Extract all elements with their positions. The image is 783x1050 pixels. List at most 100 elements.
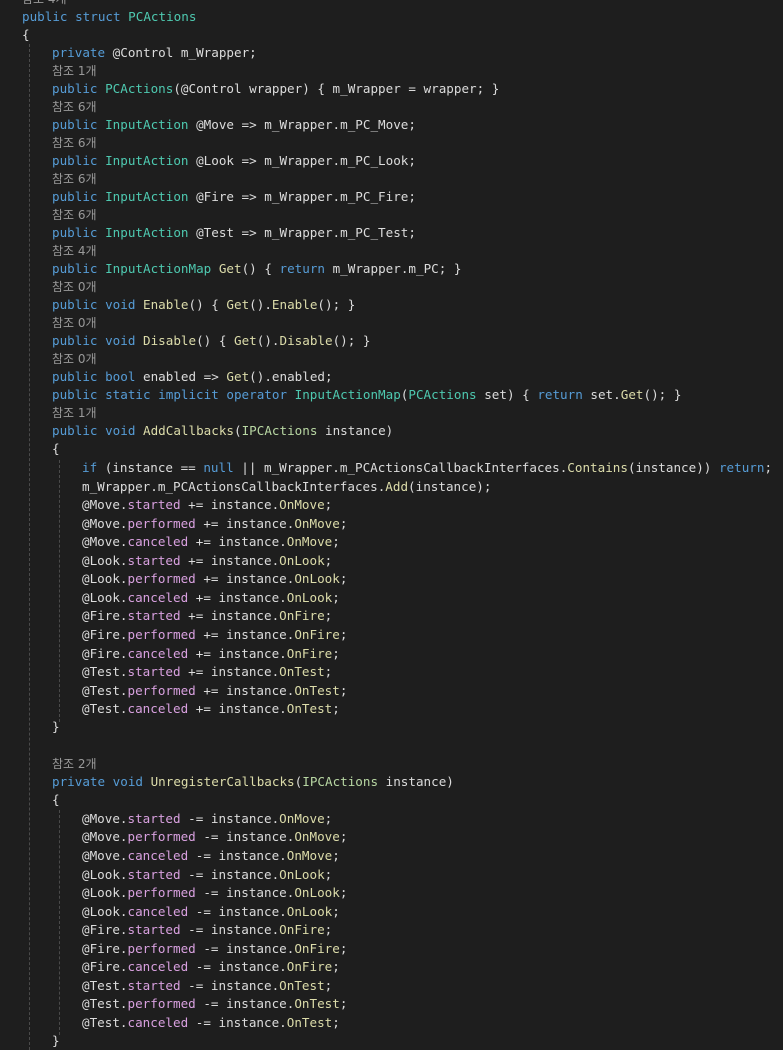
code-line[interactable]: { (22, 26, 30, 44)
code-token: -= instance. (188, 1015, 287, 1030)
code-token: () { (241, 261, 280, 276)
code-lens-reference[interactable]: 참조 1개 (52, 64, 97, 78)
code-line[interactable]: public struct PCActions (22, 8, 196, 26)
code-line[interactable]: @Look.started -= instance.OnLook; (82, 866, 332, 884)
code-line[interactable]: @Move.performed += instance.OnMove; (82, 515, 347, 533)
code-token: @Look. (82, 590, 128, 605)
code-lens-top[interactable]: 참조 4개 (22, 0, 67, 8)
code-line[interactable]: @Look.performed -= instance.OnLook; (82, 884, 347, 902)
code-line[interactable]: @Test.canceled -= instance.OnTest; (82, 1014, 340, 1032)
code-line[interactable]: 참조 2개 (52, 755, 97, 773)
code-lens-reference[interactable]: 참조 0개 (52, 352, 97, 366)
code-line[interactable]: @Fire.started -= instance.OnFire; (82, 921, 332, 939)
code-line[interactable]: private @Control m_Wrapper; (52, 44, 257, 62)
code-token: ; (332, 590, 340, 605)
code-token: ; (332, 701, 340, 716)
code-token: ; (332, 848, 340, 863)
code-line[interactable]: public InputAction @Look => m_Wrapper.m_… (52, 152, 416, 170)
code-token: private (52, 45, 113, 60)
code-token: Get (218, 261, 242, 276)
code-line[interactable]: @Move.performed -= instance.OnMove; (82, 828, 347, 846)
code-token: -= instance. (188, 959, 287, 974)
code-line[interactable]: @Fire.canceled -= instance.OnFire; (82, 958, 340, 976)
code-line[interactable]: public void Enable() { Get().Enable(); } (52, 296, 355, 314)
code-line[interactable]: } (52, 718, 60, 736)
code-line[interactable]: { (52, 440, 60, 458)
code-token: { (22, 27, 30, 42)
code-token: InputAction (105, 225, 189, 240)
code-line[interactable]: public InputAction @Test => m_Wrapper.m_… (52, 224, 416, 242)
code-line[interactable]: @Fire.started += instance.OnFire; (82, 607, 332, 625)
code-line[interactable]: } (52, 1032, 60, 1050)
code-line[interactable]: @Test.started -= instance.OnTest; (82, 977, 332, 995)
code-lens-reference[interactable]: 참조 6개 (52, 136, 97, 150)
code-token: return (718, 460, 765, 475)
code-token: @Look. (82, 571, 128, 586)
code-line[interactable]: public static implicit operator InputAct… (52, 386, 681, 404)
code-line[interactable]: 참조 6개 (52, 206, 97, 224)
code-editor[interactable]: 참조 4개 public struct PCActions{private @C… (0, 0, 783, 1050)
code-line[interactable]: 참조 4개 (52, 242, 97, 260)
code-line[interactable]: @Fire.canceled += instance.OnFire; (82, 645, 340, 663)
code-line[interactable]: public InputAction @Fire => m_Wrapper.m_… (52, 188, 416, 206)
code-line[interactable]: 참조 1개 (52, 62, 97, 80)
code-line[interactable]: public InputActionMap Get() { return m_W… (52, 260, 461, 278)
code-token: IPCActions (302, 774, 379, 789)
code-token: @Test. (82, 683, 128, 698)
code-line[interactable]: if (instance == null || m_Wrapper.m_PCAc… (82, 459, 772, 477)
code-line[interactable]: 참조 0개 (52, 314, 97, 332)
code-line[interactable]: 참조 6개 (52, 134, 97, 152)
code-lens-reference[interactable]: 참조 0개 (52, 316, 97, 330)
code-line[interactable]: public bool enabled => Get().enabled; (52, 368, 333, 386)
code-lens-reference[interactable]: 참조 6개 (52, 172, 97, 186)
code-token: += instance. (188, 534, 287, 549)
code-token: @Move. (82, 829, 128, 844)
code-token: ; (339, 996, 348, 1011)
code-line[interactable]: 참조 0개 (52, 350, 97, 368)
code-token: public void (52, 297, 143, 312)
code-token: += instance. (195, 627, 295, 642)
code-line[interactable]: @Test.canceled += instance.OnTest; (82, 700, 340, 718)
code-line[interactable]: m_Wrapper.m_PCActionsCallbackInterfaces.… (82, 478, 491, 496)
code-line[interactable]: @Fire.performed -= instance.OnFire; (82, 940, 347, 958)
code-line[interactable]: 참조 1개 (52, 404, 97, 422)
code-lens-reference[interactable]: 참조 2개 (52, 757, 97, 771)
code-line[interactable]: public InputAction @Move => m_Wrapper.m_… (52, 116, 416, 134)
code-line[interactable]: 참조 6개 (52, 98, 97, 116)
code-line[interactable]: @Test.performed += instance.OnTest; (82, 682, 347, 700)
code-token: @Test. (82, 978, 128, 993)
code-token: UnregisterCallbacks (150, 774, 295, 789)
code-token: performed (127, 829, 196, 844)
code-line[interactable]: { (52, 791, 60, 809)
code-token: set. (590, 387, 621, 402)
code-lens-reference[interactable]: 참조 6개 (52, 100, 97, 114)
code-line[interactable]: @Move.canceled += instance.OnMove; (82, 533, 340, 551)
code-line[interactable]: @Look.canceled -= instance.OnLook; (82, 903, 340, 921)
code-line[interactable]: public void Disable() { Get().Disable();… (52, 332, 371, 350)
code-line[interactable]: @Test.started += instance.OnTest; (82, 663, 332, 681)
code-line[interactable]: @Test.performed -= instance.OnTest; (82, 995, 347, 1013)
code-lens-reference[interactable]: 참조 1개 (52, 406, 97, 420)
code-token: m_Wrapper.m_PCActionsCallbackInterfaces. (82, 479, 386, 494)
code-line[interactable]: @Look.canceled += instance.OnLook; (82, 589, 340, 607)
code-token: (); } (643, 387, 682, 402)
code-lens-reference[interactable]: 참조 0개 (52, 280, 97, 294)
code-lens-reference[interactable]: 참조 4개 (52, 244, 97, 258)
code-line[interactable]: @Move.started -= instance.OnMove; (82, 810, 332, 828)
code-token: @Fire => m_Wrapper.m_PC_Fire; (188, 189, 416, 204)
code-line[interactable]: @Move.canceled -= instance.OnMove; (82, 847, 340, 865)
code-line[interactable]: public void AddCallbacks(IPCActions inst… (52, 422, 393, 440)
code-line[interactable]: 참조 6개 (52, 170, 97, 188)
code-token: ; (339, 571, 348, 586)
code-lens-reference[interactable]: 참조 6개 (52, 208, 97, 222)
code-line[interactable]: 참조 0개 (52, 278, 97, 296)
code-line[interactable]: private void UnregisterCallbacks(IPCActi… (52, 773, 454, 791)
code-token: canceled (127, 646, 189, 661)
code-token: @Move. (82, 497, 128, 512)
code-line[interactable]: public PCActions(@Control wrapper) { m_W… (52, 80, 499, 98)
code-line[interactable]: @Move.started += instance.OnMove; (82, 496, 332, 514)
code-line[interactable]: @Look.performed += instance.OnLook; (82, 570, 347, 588)
code-token: instance) (378, 774, 454, 789)
code-line[interactable]: @Look.started += instance.OnLook; (82, 552, 332, 570)
code-line[interactable]: @Fire.performed += instance.OnFire; (82, 626, 347, 644)
